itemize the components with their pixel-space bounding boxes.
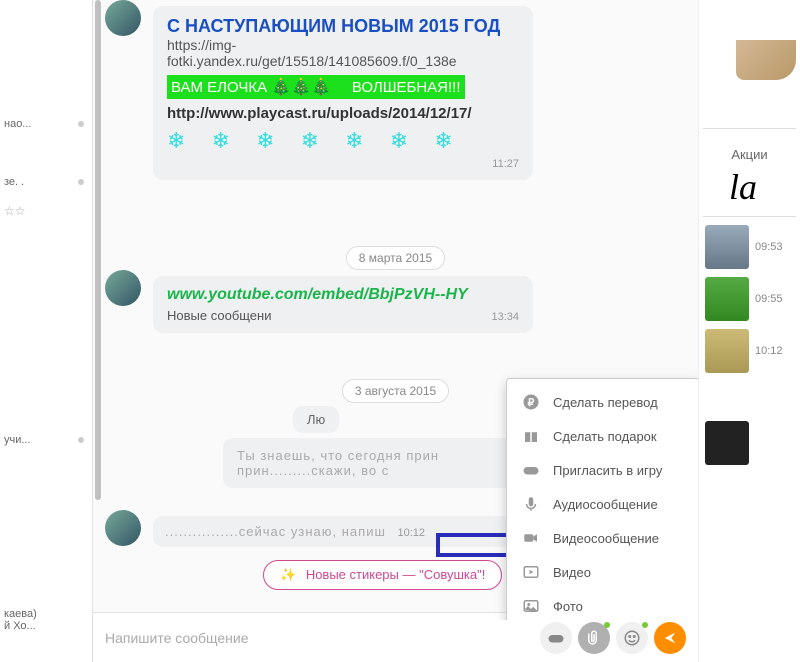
message-bubble[interactable]: Лю (293, 406, 339, 433)
sidebar-bottom-2: й Хо... (4, 620, 37, 632)
attach-label: Аудиосообщение (553, 497, 658, 512)
stickers-promo[interactable]: ✨ Новые стикеры — "Совушка"! (263, 560, 502, 590)
photo-icon (521, 596, 541, 616)
blur-line-2: прин.........скажи, во с (237, 463, 509, 478)
attach-transfer[interactable]: ₽ Сделать перевод (507, 385, 698, 419)
ny-green-banner: ВАМ ЕЛОЧКА 🎄🎄🎄 ВОЛШЕБНАЯ!!! (167, 75, 465, 99)
thumbnail[interactable] (705, 277, 749, 321)
contact-label: нао... (4, 118, 31, 130)
attach-videomsg[interactable]: Видеосообщение (507, 521, 698, 555)
sidebar-contact-3[interactable]: учи... (0, 426, 92, 454)
thumb-time: 10:12 (755, 345, 783, 357)
stickers-label: Новые стикеры — "Совушка"! (306, 567, 486, 582)
contact-label: учи... (4, 434, 31, 446)
avatar[interactable] (105, 270, 141, 306)
message-time: 10:12 (398, 527, 426, 539)
attach-video[interactable]: Видео (507, 555, 698, 589)
game-button[interactable] (540, 622, 572, 654)
thumb-row[interactable]: 10:12 (705, 329, 794, 373)
attach-gift[interactable]: Сделать подарок (507, 419, 698, 453)
chat-scroll[interactable]: С НАСТУПАЮЩИМ НОВЫМ 2015 ГОД https://img… (93, 0, 698, 620)
attach-audio[interactable]: Аудиосообщение (507, 487, 698, 521)
message-incoming-2: www.youtube.com/embed/BbjPzVH--HY Новые … (153, 270, 533, 339)
promo-logo: la (699, 166, 800, 208)
videocam-icon (521, 528, 541, 548)
attach-photo[interactable]: Фото (507, 589, 698, 620)
status-dot (78, 437, 84, 443)
thumb-time: 09:53 (755, 241, 783, 253)
video-play-icon (521, 562, 541, 582)
attach-label: Видео (553, 565, 591, 580)
attach-label: Сделать перевод (553, 395, 658, 410)
thumbnail[interactable] (705, 421, 749, 465)
avatar[interactable] (105, 0, 141, 36)
status-dot (78, 121, 84, 127)
message-bubble[interactable]: Ты знаешь, что сегодня прин прин........… (223, 438, 523, 488)
snowflake-row: ❄ ❄ ❄ ❄ ❄ ❄ ❄ (167, 128, 519, 154)
message-incoming-1: С НАСТУПАЮЩИМ НОВЫМ 2015 ГОД https://img… (153, 0, 533, 186)
gamepad-icon (521, 460, 541, 480)
ny-link[interactable]: http://www.playcast.ru/uploads/2014/12/1… (167, 105, 519, 122)
attach-label: Сделать подарок (553, 429, 657, 444)
thumb-time: 09:55 (755, 293, 783, 305)
blur-line-1: Ты знаешь, что сегодня прин (237, 448, 509, 463)
sidebar-stars: ☆☆ (0, 196, 92, 226)
thumb-row[interactable]: 09:55 (705, 277, 794, 321)
thumbnail[interactable] (705, 329, 749, 373)
thumb-row[interactable]: 09:53 (705, 225, 794, 269)
contact-label: зе. . (4, 176, 24, 188)
mic-icon (521, 494, 541, 514)
sticker-icon: ✨ (280, 567, 296, 582)
partial-text: Лю (307, 412, 325, 427)
message-incoming-3: ................сейчас узнаю, напиш 10:1… (153, 510, 513, 553)
date-pill: 8 марта 2015 (346, 246, 445, 270)
date-separator: 8 марта 2015 (93, 246, 698, 270)
message-time: 11:27 (167, 158, 519, 170)
sidebar-contact-2[interactable]: зе. . (0, 168, 92, 196)
message-time: 13:34 (491, 311, 519, 323)
ny-title: С НАСТУПАЮЩИМ НОВЫМ 2015 ГОД (167, 16, 519, 37)
youtube-link[interactable]: www.youtube.com/embed/BbjPzVH--HY (167, 286, 519, 304)
tree-icon: 🎄🎄🎄 (271, 79, 331, 96)
chat-main: С НАСТУПАЮЩИМ НОВЫМ 2015 ГОД https://img… (93, 0, 698, 662)
message-outgoing-blurred: Ты знаешь, что сегодня прин прин........… (223, 432, 523, 494)
attach-label: Видеосообщение (553, 531, 659, 546)
ad-banner[interactable] (699, 0, 800, 120)
attach-label: Пригласить в игру (553, 463, 662, 478)
attach-button[interactable] (578, 622, 610, 654)
sidebar-bottom-1: каева) (4, 608, 37, 620)
notification-dot (642, 622, 648, 628)
attach-invite-game[interactable]: Пригласить в игру (507, 453, 698, 487)
emoji-button[interactable] (616, 622, 648, 654)
message-bubble[interactable]: www.youtube.com/embed/BbjPzVH--HY Новые … (153, 276, 533, 333)
attach-label: Фото (553, 599, 583, 614)
status-dot (78, 179, 84, 185)
shoe-image (736, 40, 796, 80)
sidebar-contact-1[interactable]: нао... (0, 110, 92, 138)
svg-text:₽: ₽ (528, 397, 535, 409)
gift-icon (521, 426, 541, 446)
contacts-sidebar: нао... зе. . ☆☆ учи... каева) й Хо... (0, 0, 93, 662)
promo-title: Акции (699, 137, 800, 166)
notification-dot (604, 622, 610, 628)
right-sidebar: Акции la 09:53 09:55 10:12 (698, 0, 800, 662)
avatar[interactable] (105, 510, 141, 546)
message-bubble[interactable]: ................сейчас узнаю, напиш 10:1… (153, 516, 513, 547)
date-pill: 3 августа 2015 (342, 379, 449, 403)
ny-url: https://img-fotki.yandex.ru/get/15518/14… (167, 37, 519, 69)
ruble-icon: ₽ (521, 392, 541, 412)
thumbnail[interactable] (705, 225, 749, 269)
blur-text: ................сейчас узнаю, напиш (165, 524, 386, 539)
sub-text: Новые сообщени (167, 308, 271, 323)
message-bubble[interactable]: С НАСТУПАЮЩИМ НОВЫМ 2015 ГОД https://img… (153, 6, 533, 180)
thumb-row[interactable] (705, 421, 794, 465)
message-input[interactable] (105, 630, 534, 646)
attach-menu: ₽ Сделать перевод Сделать подарок Пригла… (506, 378, 698, 620)
send-button[interactable] (654, 622, 686, 654)
thumbnails-list: 09:53 09:55 10:12 (699, 225, 800, 465)
